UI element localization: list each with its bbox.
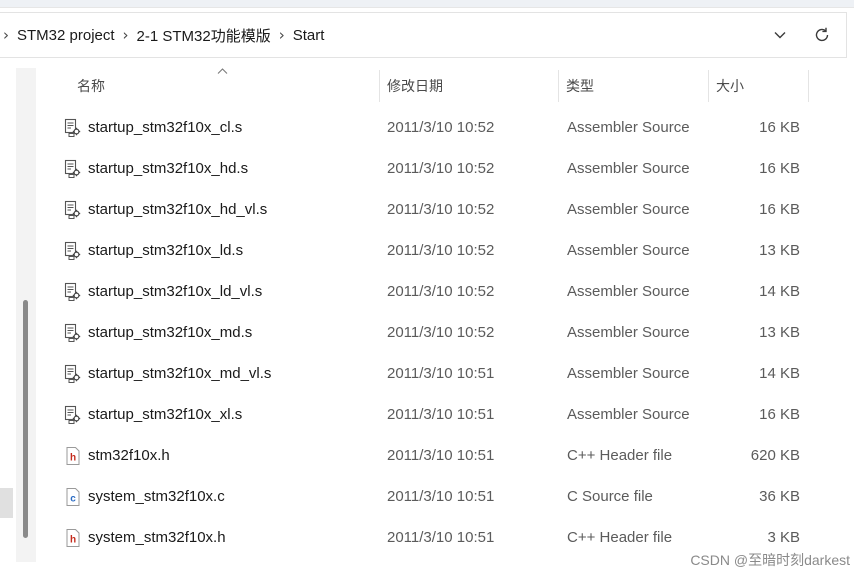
file-row[interactable]: startup_stm32f10x_xl.s 2011/3/10 10:51 Ass…: [36, 394, 816, 435]
file-name[interactable]: system_stm32f10x.h: [88, 517, 226, 558]
assembler-file-icon: [63, 118, 83, 138]
file-size: 16 KB: [759, 201, 800, 218]
file-size: 13 KB: [759, 242, 800, 259]
file-size: 13 KB: [759, 324, 800, 341]
watermark: CSDN @至暗时刻darkest: [690, 552, 850, 568]
breadcrumb-template-folder[interactable]: 2-1 STM32功能模版: [137, 25, 271, 46]
breadcrumb-stm32-project[interactable]: STM32 project: [17, 27, 115, 44]
file-size: 16 KB: [759, 406, 800, 423]
assembler-file-icon: [63, 159, 83, 179]
file-type: C Source file: [567, 488, 653, 505]
breadcrumb-separator[interactable]: ›: [271, 26, 293, 44]
file-type: Assembler Source: [567, 242, 690, 259]
file-type: C++ Header file: [567, 529, 673, 546]
navigation-pane-scroll-stub[interactable]: [0, 488, 13, 518]
file-name[interactable]: startup_stm32f10x_hd.s: [88, 148, 248, 189]
file-type: C++ Header file: [567, 447, 673, 464]
file-name[interactable]: startup_stm32f10x_hd_vl.s: [88, 189, 267, 230]
file-name[interactable]: stm32f10x.h: [88, 435, 170, 476]
assembler-file-icon: [63, 282, 83, 302]
file-name[interactable]: startup_stm32f10x_md.s: [88, 312, 252, 353]
file-size: 14 KB: [759, 365, 800, 382]
scrollbar-thumb[interactable]: [23, 300, 28, 538]
column-divider[interactable]: [379, 70, 380, 102]
column-header-type[interactable]: 类型: [566, 68, 594, 104]
breadcrumb-separator[interactable]: ›: [115, 26, 137, 44]
file-size: 36 KB: [759, 488, 800, 505]
file-name[interactable]: system_stm32f10x.c: [88, 476, 225, 517]
file-type: Assembler Source: [567, 406, 690, 423]
file-size: 16 KB: [759, 160, 800, 177]
column-header-date[interactable]: 修改日期: [387, 68, 443, 104]
header-file-icon: h: [63, 446, 83, 466]
file-size: 16 KB: [759, 119, 800, 136]
column-header-size[interactable]: 大小: [716, 68, 744, 104]
assembler-file-icon: [63, 405, 83, 425]
assembler-file-icon: [63, 323, 83, 343]
file-name[interactable]: startup_stm32f10x_md_vl.s: [88, 353, 271, 394]
file-type: Assembler Source: [567, 201, 690, 218]
svg-text:c: c: [70, 494, 76, 505]
assembler-file-icon: [63, 200, 83, 220]
assembler-file-icon: [63, 364, 83, 384]
breadcrumb-start[interactable]: Start: [293, 27, 325, 44]
file-type: Assembler Source: [567, 324, 690, 341]
column-divider[interactable]: [808, 70, 809, 102]
file-row[interactable]: c system_stm32f10x.c 2011/3/10 10:51 C Sour…: [36, 476, 816, 517]
file-modified-date: 2011/3/10 10:51: [387, 447, 495, 464]
file-modified-date: 2011/3/10 10:52: [387, 324, 495, 341]
c-source-file-icon: c: [63, 487, 83, 507]
file-modified-date: 2011/3/10 10:51: [387, 365, 495, 382]
refresh-icon[interactable]: [810, 23, 834, 47]
file-row[interactable]: startup_stm32f10x_cl.s 2011/3/10 10:52 Ass…: [36, 107, 816, 148]
file-modified-date: 2011/3/10 10:51: [387, 529, 495, 546]
file-modified-date: 2011/3/10 10:51: [387, 406, 495, 423]
file-modified-date: 2011/3/10 10:52: [387, 201, 495, 218]
file-row[interactable]: h stm32f10x.h 2011/3/10 10:51 C++ Header fi…: [36, 435, 816, 476]
chevron-down-icon[interactable]: [768, 23, 792, 47]
svg-text:h: h: [70, 453, 76, 464]
file-name[interactable]: startup_stm32f10x_ld.s: [88, 230, 243, 271]
column-divider[interactable]: [708, 70, 709, 102]
header-file-icon: h: [63, 528, 83, 548]
file-name[interactable]: startup_stm32f10x_cl.s: [88, 107, 242, 148]
file-row[interactable]: startup_stm32f10x_ld_vl.s 2011/3/10 10:52…: [36, 271, 816, 312]
file-modified-date: 2011/3/10 10:52: [387, 119, 495, 136]
file-row[interactable]: startup_stm32f10x_md.s 2011/3/10 10:52 Ass…: [36, 312, 816, 353]
file-type: Assembler Source: [567, 283, 690, 300]
file-row[interactable]: startup_stm32f10x_hd.s 2011/3/10 10:52 Ass…: [36, 148, 816, 189]
file-type: Assembler Source: [567, 119, 690, 136]
file-name[interactable]: startup_stm32f10x_xl.s: [88, 394, 242, 435]
breadcrumb-separator[interactable]: ›: [0, 26, 17, 44]
svg-text:h: h: [70, 535, 76, 546]
file-row[interactable]: startup_stm32f10x_hd_vl.s 2011/3/10 10:52…: [36, 189, 816, 230]
file-modified-date: 2011/3/10 10:52: [387, 283, 495, 300]
file-name[interactable]: startup_stm32f10x_ld_vl.s: [88, 271, 262, 312]
column-header-name[interactable]: 名称: [77, 68, 105, 104]
file-modified-date: 2011/3/10 10:52: [387, 160, 495, 177]
file-modified-date: 2011/3/10 10:51: [387, 488, 495, 505]
column-divider[interactable]: [558, 70, 559, 102]
column-header-row: 名称 修改日期 类型 大小: [36, 68, 854, 104]
window-top-strip: [0, 0, 854, 8]
file-type: Assembler Source: [567, 160, 690, 177]
file-modified-date: 2011/3/10 10:52: [387, 242, 495, 259]
file-row[interactable]: startup_stm32f10x_md_vl.s 2011/3/10 10:51…: [36, 353, 816, 394]
address-bar[interactable]: › STM32 project › 2-1 STM32功能模版 › Start: [0, 12, 847, 58]
file-size: 620 KB: [750, 447, 800, 464]
assembler-file-icon: [63, 241, 83, 261]
file-row[interactable]: startup_stm32f10x_ld.s 2011/3/10 10:52 Ass…: [36, 230, 816, 271]
file-type: Assembler Source: [567, 365, 690, 382]
sort-ascending-icon[interactable]: [217, 66, 228, 78]
file-size: 14 KB: [759, 283, 800, 300]
